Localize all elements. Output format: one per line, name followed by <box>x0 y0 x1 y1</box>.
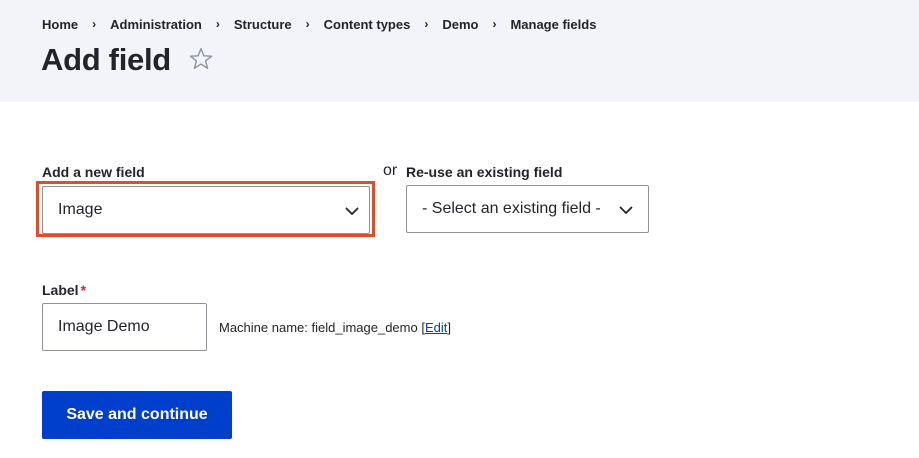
machine-name: Machine name: field_image_demo [Edit] <box>219 320 451 335</box>
breadcrumb: Home › Administration › Structure › Cont… <box>42 16 596 33</box>
breadcrumb-administration[interactable]: Administration <box>110 17 202 32</box>
label-text: Label <box>42 282 79 298</box>
new-field-select[interactable]: Image <box>42 186 370 234</box>
breadcrumb-structure[interactable]: Structure <box>234 17 292 32</box>
chevron-down-icon <box>619 206 633 214</box>
existing-field-select[interactable]: - Select an existing field - <box>406 185 649 233</box>
reuse-existing-field-label: Re-use an existing field <box>406 164 563 180</box>
breadcrumb-manage-fields[interactable]: Manage fields <box>510 17 596 32</box>
breadcrumb-content-types[interactable]: Content types <box>324 17 411 32</box>
star-outline-icon[interactable] <box>188 45 214 73</box>
breadcrumb-demo[interactable]: Demo <box>442 17 478 32</box>
required-marker: * <box>80 282 87 298</box>
breadcrumb-home[interactable]: Home <box>42 17 78 32</box>
chevron-right-icon: › <box>92 16 97 31</box>
page-title: Add field <box>41 42 171 77</box>
chevron-right-icon: › <box>215 16 220 31</box>
chevron-right-icon: › <box>492 16 497 31</box>
chevron-right-icon: › <box>424 16 429 31</box>
chevron-down-icon <box>345 207 359 215</box>
label-field-label: Label * <box>42 282 86 298</box>
save-and-continue-button[interactable]: Save and continue <box>42 391 232 439</box>
existing-field-value: - Select an existing field - <box>422 200 601 217</box>
new-field-value: Image <box>58 201 103 218</box>
or-text: or <box>383 162 398 179</box>
page-header: Home › Administration › Structure › Cont… <box>0 0 919 102</box>
machine-name-edit-link[interactable]: Edit <box>425 320 447 335</box>
bracket-close: ] <box>447 320 452 335</box>
label-input[interactable]: Image Demo <box>42 303 207 351</box>
machine-name-text: Machine name: field_image_demo <box>219 320 418 335</box>
chevron-right-icon: › <box>305 16 310 31</box>
add-new-field-label: Add a new field <box>42 164 145 180</box>
